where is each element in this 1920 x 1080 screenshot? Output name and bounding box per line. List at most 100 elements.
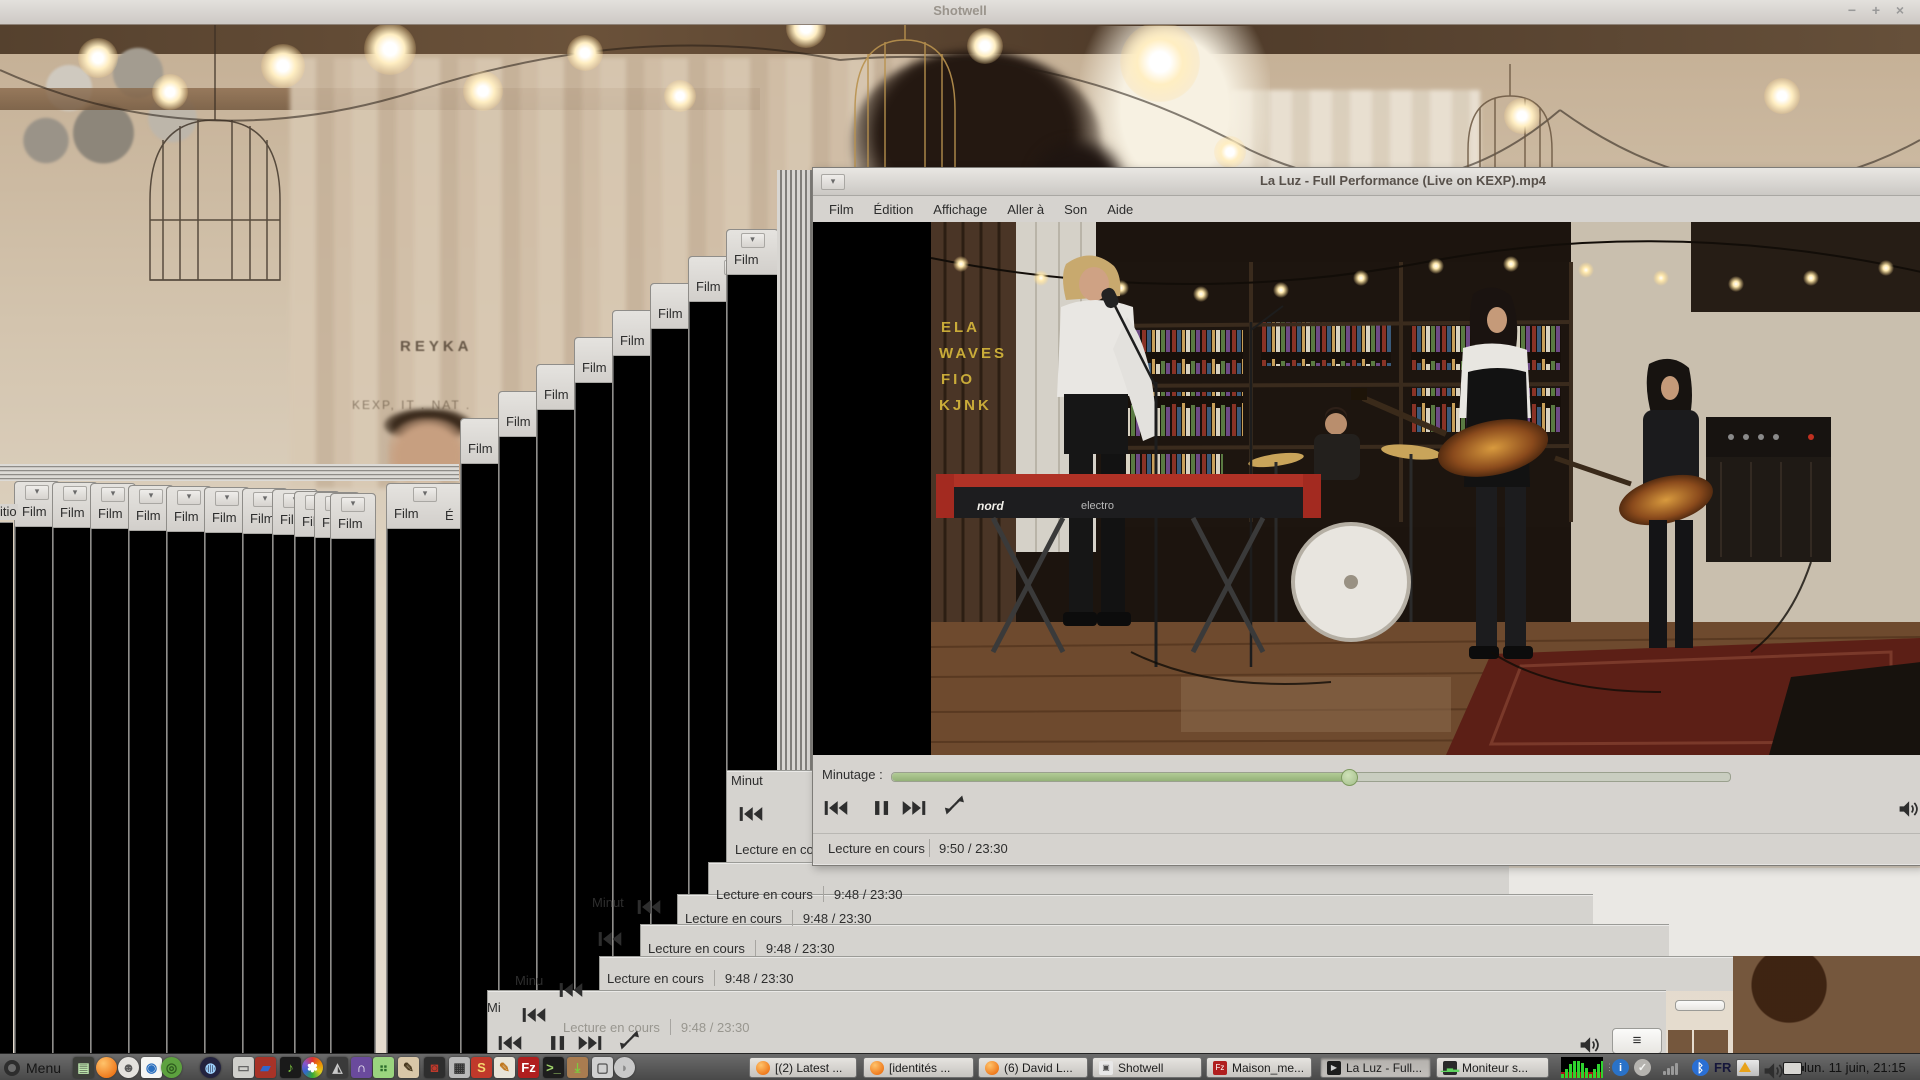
light-bulb [463, 71, 503, 111]
clock[interactable]: lun. 11 juin, 21:15 [1804, 1060, 1906, 1075]
light-bulb [1504, 98, 1540, 134]
terminal-dark-icon[interactable]: >_ [543, 1057, 564, 1078]
expand-button[interactable] [619, 1029, 645, 1051]
taskbar-window-button[interactable]: Fz Maison_me... [1206, 1057, 1312, 1078]
seek-slider[interactable] [891, 772, 1731, 782]
cascade-player-window[interactable]: ▾FilmÉ [386, 483, 464, 1055]
prev-button[interactable] [558, 979, 584, 1001]
audio-jack-icon[interactable]: ◙ [424, 1057, 445, 1078]
display-settings-icon[interactable] [1736, 1059, 1760, 1077]
molecules-icon[interactable]: ⠶ [373, 1057, 394, 1078]
shade-button[interactable]: ▾ [139, 489, 163, 504]
shade-button[interactable]: ▾ [821, 174, 845, 190]
prev-button[interactable] [636, 896, 662, 918]
sublime-icon[interactable]: S [471, 1057, 492, 1078]
player-titlebar[interactable]: ▾ La Luz - Full Performance (Live on KEX… [813, 168, 1920, 196]
video-canvas[interactable]: ELA WAVES FIO KJNK [813, 222, 1920, 755]
pause-button[interactable] [545, 1032, 571, 1054]
notes-icon[interactable]: ✎ [494, 1057, 515, 1078]
cascade-player-window[interactable]: ▾Film [330, 493, 376, 1067]
desktop: REYKA KEXP, IT . NAT . Shotwell − + × it… [0, 0, 1920, 1080]
light-bulb [567, 35, 603, 71]
taskbar-window-button-label: Maison_me... [1232, 1061, 1304, 1075]
lens-icon[interactable]: ◍ [200, 1057, 221, 1078]
menu-edition[interactable]: Édition [864, 198, 924, 221]
taskbar-window-button[interactable]: [identités ... [863, 1057, 974, 1078]
firefox-icon[interactable] [96, 1057, 117, 1078]
terminal-icon[interactable]: ▤ [73, 1057, 94, 1078]
shade-button[interactable]: ▾ [101, 487, 125, 502]
seek-slider-handle[interactable] [1341, 769, 1358, 786]
taskbar-window-button[interactable]: ▁▃▂Moniteur s... [1436, 1057, 1549, 1078]
poster-line-3: FIO [941, 371, 975, 388]
signal-strength-icon[interactable] [1663, 1063, 1679, 1075]
calculator-icon[interactable]: ▦ [449, 1057, 470, 1078]
audio-ghost-icon[interactable]: ☻ [118, 1057, 139, 1078]
close-button[interactable]: × [1890, 2, 1910, 18]
prev-button[interactable] [521, 1004, 547, 1026]
check-status-icon[interactable]: ✓ [1634, 1059, 1651, 1076]
shade-button[interactable]: ▾ [413, 487, 437, 502]
status-label: Lecture en cours [828, 841, 925, 856]
taskbar-window-button-label: [identités ... [889, 1061, 950, 1075]
taskbar-window-button[interactable]: ▶La Luz - Full... [1320, 1057, 1431, 1078]
keyboard-layout-indicator[interactable]: FR [1714, 1060, 1731, 1075]
shade-button[interactable]: ▾ [63, 486, 87, 501]
pause-button[interactable] [869, 797, 895, 819]
shade-button[interactable]: ▾ [215, 491, 239, 506]
minutage-label-clipped: Minut [731, 773, 763, 788]
background-status-row: Lecture en cours9:48 / 23:30 [607, 970, 794, 986]
previous-button[interactable] [823, 797, 849, 819]
filmstrip-icon[interactable]: ▰ [255, 1057, 276, 1078]
shade-button[interactable]: ▾ [177, 490, 201, 505]
taskbar-window-button[interactable]: (6) David L... [978, 1057, 1088, 1078]
ball-icon[interactable]: ◗ [614, 1057, 635, 1078]
menu-affichage[interactable]: Affichage [923, 198, 997, 221]
menu-aide[interactable]: Aide [1097, 198, 1143, 221]
vinyl-icon[interactable]: ◎ [161, 1057, 182, 1078]
window-icon[interactable]: ▭ [233, 1057, 254, 1078]
prev-button[interactable] [738, 803, 764, 825]
taskbar-window-button-label: Shotwell [1118, 1061, 1163, 1075]
prism-icon[interactable]: ◭ [327, 1057, 348, 1078]
system-monitor-applet[interactable] [1561, 1057, 1603, 1078]
update-shield-icon[interactable]: i [1612, 1059, 1629, 1076]
music-icon[interactable]: ♪ [280, 1057, 301, 1078]
prev-button[interactable] [597, 928, 623, 950]
taskbar-window-button[interactable]: [(2) Latest ... [749, 1057, 857, 1078]
menu-son[interactable]: Son [1054, 198, 1097, 221]
taskbar-window-button[interactable]: ▣Shotwell [1092, 1057, 1202, 1078]
next-button[interactable] [901, 797, 927, 819]
menu-aller-a[interactable]: Aller à [997, 198, 1054, 221]
volume-tray-icon[interactable] [1762, 1060, 1788, 1080]
pen-icon[interactable]: ✎ [398, 1057, 419, 1078]
menu-button[interactable]: Menu [4, 1054, 61, 1080]
menu-film[interactable]: Film [819, 198, 864, 221]
volume-icon[interactable] [1897, 798, 1920, 820]
light-bulb [967, 28, 1003, 64]
bluetooth-icon[interactable]: ᛒ [1692, 1059, 1709, 1076]
prev-button[interactable] [497, 1032, 523, 1054]
menu-film[interactable]: Film [331, 512, 375, 531]
playback-time: 9:50 / 23:30 [939, 841, 1008, 856]
filezilla-icon: Fz [1213, 1061, 1227, 1075]
display-icon[interactable]: ▢ [592, 1057, 613, 1078]
maximize-button[interactable]: + [1866, 2, 1886, 18]
minutage-label-clipped: Minut [592, 895, 624, 910]
eye-icon[interactable]: ◉ [141, 1057, 162, 1078]
fullscreen-button[interactable] [944, 794, 970, 816]
headphones-icon[interactable]: ∩ [351, 1057, 372, 1078]
menu-film[interactable]: Film [727, 248, 778, 267]
shade-button[interactable]: ▾ [741, 233, 765, 248]
clipped-edition-menu-fragment: itio [0, 504, 18, 520]
shade-button[interactable]: ▾ [25, 485, 49, 500]
filezilla-icon[interactable]: Fz [518, 1057, 539, 1078]
playlist-menu-button[interactable]: ≡ [1612, 1028, 1662, 1054]
background-status-row: Lecture en cours9:48 / 23:30 [685, 910, 872, 926]
package-icon[interactable]: ⤓ [567, 1057, 588, 1078]
minimize-button[interactable]: − [1842, 2, 1862, 18]
next-button[interactable] [577, 1032, 603, 1054]
shade-button[interactable]: ▾ [341, 497, 365, 512]
photos-icon[interactable]: ✽ [302, 1057, 323, 1078]
minutage-label-clipped: Minu [515, 973, 543, 988]
